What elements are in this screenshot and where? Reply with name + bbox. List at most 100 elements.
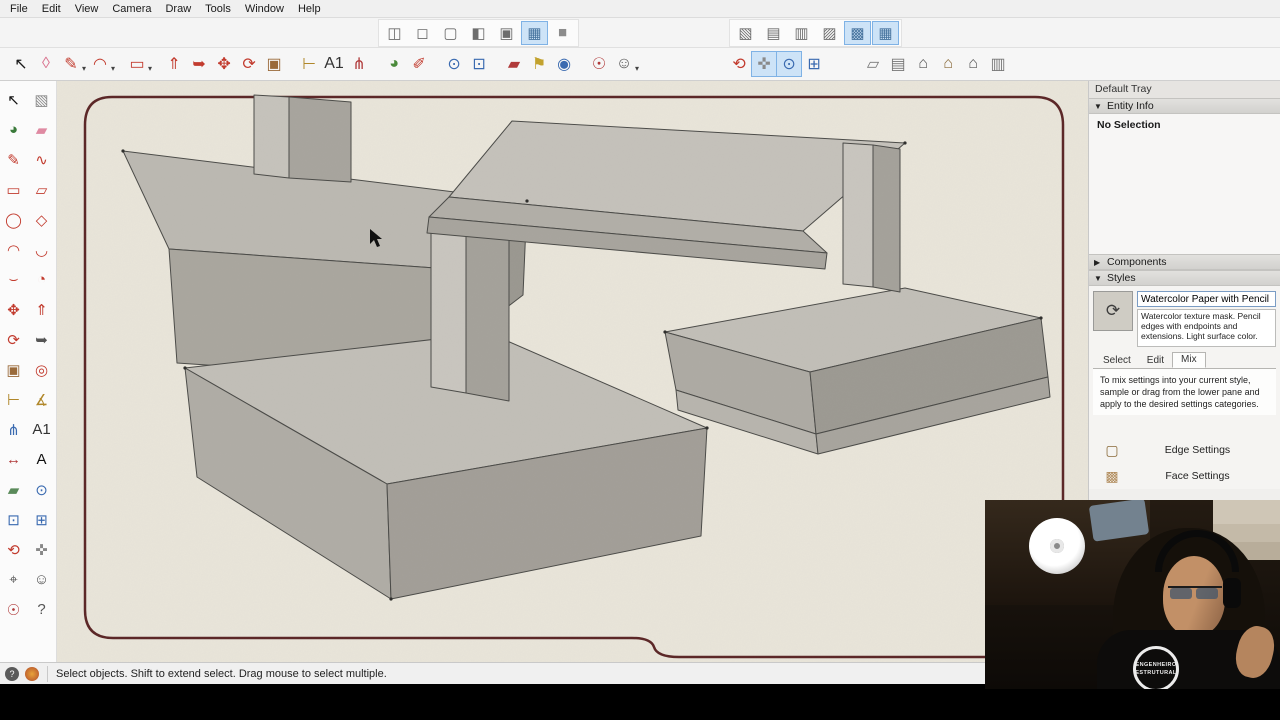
lt-paint-bucket-icon[interactable]: ◕ [1, 117, 26, 142]
lt-eraser-icon[interactable]: ▰ [29, 117, 54, 142]
extension-warehouse-icon[interactable]: ⌂ [960, 51, 986, 77]
lt-section-plane-icon[interactable]: ▰ [1, 477, 26, 502]
lt-walk-icon[interactable]: ☺ [29, 567, 54, 592]
lt-arc-icon[interactable]: ◠ [1, 237, 26, 262]
line-tool-icon[interactable]: ✎ [58, 51, 84, 77]
back-edges-icon[interactable]: ◻ [409, 21, 436, 45]
lt-line-icon[interactable]: ✎ [1, 147, 26, 172]
menu-window[interactable]: Window [238, 2, 291, 16]
tab-edit[interactable]: Edit [1139, 354, 1172, 368]
warehouse-icon[interactable]: ⌂ [935, 51, 961, 77]
rectangle-tool-icon[interactable]: ▭ [124, 51, 150, 77]
lt-zoom-icon[interactable]: ⊙ [29, 477, 54, 502]
components-header[interactable]: ▶ Components [1089, 254, 1280, 270]
zoom-tool-2-icon[interactable]: ⊙ [776, 51, 803, 77]
arc-tool-icon[interactable]: ◠ [87, 51, 113, 77]
shaded-icon[interactable]: ▣ [493, 21, 520, 45]
lt-push-pull-icon[interactable]: ⇑ [29, 297, 54, 322]
tab-select[interactable]: Select [1095, 354, 1139, 368]
walk-avatar-icon[interactable]: ☺ [611, 51, 637, 77]
model-canvas[interactable] [57, 81, 1088, 662]
axes-tool-icon[interactable]: ⋔ [346, 51, 372, 77]
lt-zoom-window-icon[interactable]: ⊡ [1, 507, 26, 532]
zoom-extents-tool-icon[interactable]: ⊞ [801, 51, 827, 77]
home-icon[interactable]: ⌂ [910, 51, 936, 77]
monochrome-icon[interactable]: ■ [549, 21, 576, 45]
scale-tool-icon[interactable]: ▣ [261, 51, 287, 77]
rotate-tool-icon[interactable]: ⟳ [236, 51, 262, 77]
hidden-line-icon[interactable]: ◧ [465, 21, 492, 45]
select-tool-icon[interactable]: ↖ [8, 51, 34, 77]
back-view-icon[interactable]: ▩ [844, 20, 871, 45]
lt-freehand-icon[interactable]: ∿ [29, 147, 54, 172]
paint-bucket-tool-icon[interactable]: ◕ [381, 51, 407, 77]
lt-rotated-rectangle-icon[interactable]: ▱ [29, 177, 54, 202]
dropdown-arrow-icon[interactable]: ▾ [635, 64, 639, 73]
lt-help-icon[interactable]: ? [29, 597, 54, 622]
look-around-tool-icon[interactable]: ☉ [586, 51, 612, 77]
geolocation-icon[interactable] [25, 666, 39, 681]
tape-measure-tool-icon[interactable]: ⊢ [296, 51, 322, 77]
lt-text-icon[interactable]: A1 [29, 417, 54, 442]
dropdown-arrow-icon[interactable]: ▾ [148, 64, 152, 73]
lt-two-point-arc-icon[interactable]: ◡ [29, 237, 54, 262]
lt-polygon-icon[interactable]: ◇ [29, 207, 54, 232]
style-description[interactable]: Watercolor texture mask. Pencil edges wi… [1137, 309, 1276, 347]
menu-edit[interactable]: Edit [35, 2, 68, 16]
menu-camera[interactable]: Camera [105, 2, 158, 16]
shaded-with-textures-icon[interactable]: ▦ [521, 20, 548, 45]
lt-axes-icon[interactable]: ⋔ [1, 417, 26, 442]
style-thumbnail[interactable]: ⟳ [1093, 291, 1133, 331]
pan-tool-icon[interactable]: ✜ [751, 51, 778, 77]
menu-view[interactable]: View [68, 2, 106, 16]
section-display-icon[interactable]: ▱ [860, 51, 886, 77]
move-tool-icon[interactable]: ✥ [211, 51, 237, 77]
dropdown-arrow-icon[interactable]: ▾ [111, 64, 115, 73]
top-view-icon[interactable]: ▤ [760, 21, 787, 45]
styles-header[interactable]: ▼ Styles [1089, 270, 1280, 286]
lt-offset-icon[interactable]: ◎ [29, 357, 54, 382]
left-view-icon[interactable]: ▦ [872, 20, 899, 45]
zoom-window-tool-icon[interactable]: ⊡ [466, 51, 492, 77]
lt-position-camera-icon[interactable]: ⌖ [1, 567, 26, 592]
wireframe-icon[interactable]: ▢ [437, 21, 464, 45]
geo-model-tool-icon[interactable]: ◉ [551, 51, 577, 77]
push-pull-tool-icon[interactable]: ⇑ [161, 51, 187, 77]
lt-tape-measure-icon[interactable]: ⊢ [1, 387, 26, 412]
follow-me-tool-icon[interactable]: ➥ [186, 51, 212, 77]
lt-move-icon[interactable]: ✥ [1, 297, 26, 322]
lt-3d-text-icon[interactable]: A [29, 447, 54, 472]
menu-tools[interactable]: Tools [198, 2, 238, 16]
zoom-tool-icon[interactable]: ⊙ [441, 51, 467, 77]
sample-paint-tool-icon[interactable]: ✐ [406, 51, 432, 77]
lt-pan-icon[interactable]: ✜ [29, 537, 54, 562]
entity-info-header[interactable]: ▼ Entity Info [1089, 98, 1280, 114]
trays-icon[interactable]: ▥ [985, 51, 1011, 77]
xray-mode-icon[interactable]: ◫ [381, 21, 408, 45]
eraser-tool-icon[interactable]: ◊ [33, 51, 59, 77]
lt-make-component-icon[interactable]: ▧ [29, 87, 54, 112]
edge-settings-row[interactable]: ▢ Edge Settings [1093, 437, 1276, 463]
lt-scale-icon[interactable]: ▣ [1, 357, 26, 382]
menu-help[interactable]: Help [291, 2, 328, 16]
lt-look-around-icon[interactable]: ☉ [1, 597, 26, 622]
dropdown-arrow-icon[interactable]: ▾ [82, 64, 86, 73]
lt-rotate-icon[interactable]: ⟳ [1, 327, 26, 352]
help-icon[interactable]: ? [5, 666, 19, 681]
style-name-input[interactable] [1137, 291, 1276, 307]
lt-select-icon[interactable]: ↖ [1, 87, 26, 112]
lt-pie-icon[interactable]: ◔ [29, 267, 54, 292]
tab-mix[interactable]: Mix [1172, 352, 1206, 368]
lt-zoom-extents-icon[interactable]: ⊞ [29, 507, 54, 532]
menu-file[interactable]: File [3, 2, 35, 16]
front-view-icon[interactable]: ▥ [788, 21, 815, 45]
lt-three-point-arc-icon[interactable]: ⌣ [1, 267, 26, 292]
lt-dimension-icon[interactable]: ↔ [1, 447, 26, 472]
lt-follow-me-icon[interactable]: ➥ [29, 327, 54, 352]
add-location-tool-icon[interactable]: ⚑ [526, 51, 552, 77]
text-tool-icon[interactable]: A1 [321, 51, 347, 77]
lt-orbit-icon[interactable]: ⟲ [1, 537, 26, 562]
lt-rectangle-icon[interactable]: ▭ [1, 177, 26, 202]
face-settings-row[interactable]: ▩ Face Settings [1093, 463, 1276, 489]
right-view-icon[interactable]: ▨ [816, 21, 843, 45]
